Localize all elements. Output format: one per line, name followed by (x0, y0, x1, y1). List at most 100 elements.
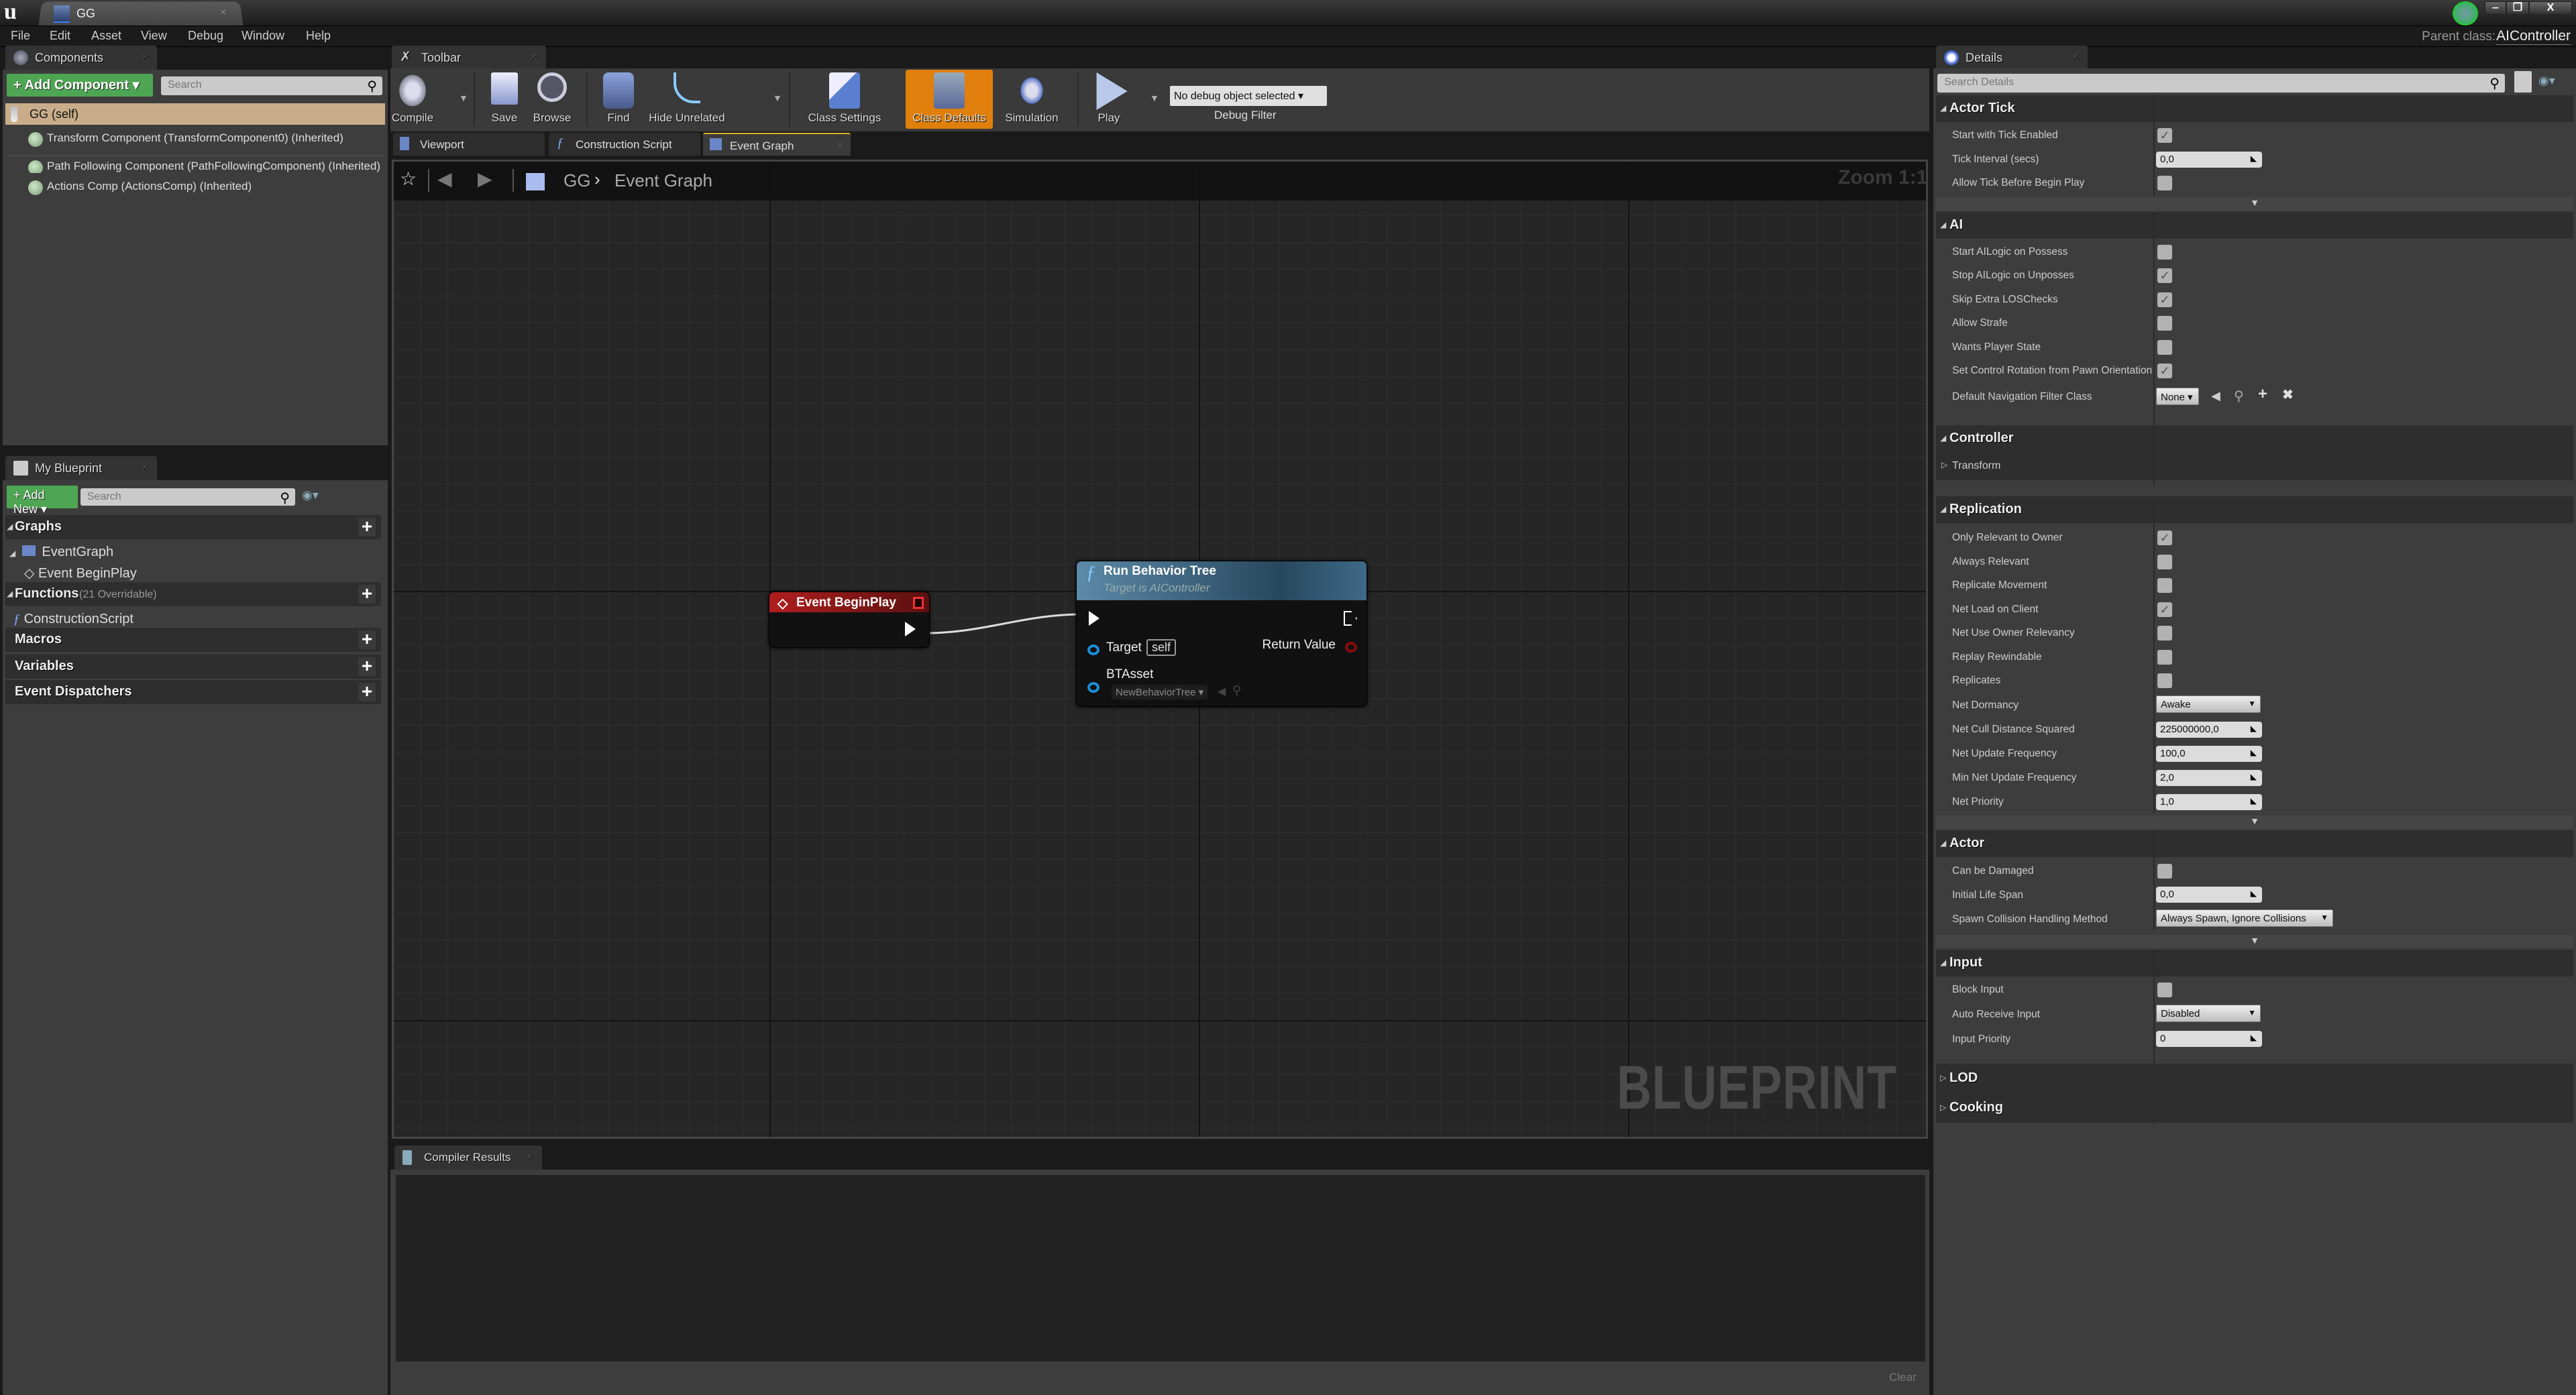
play-button[interactable]: Play (1085, 70, 1132, 129)
functions-category[interactable]: ◢ Functions (21 Overridable) + (5, 582, 381, 606)
tab-viewport[interactable]: Viewport (393, 133, 545, 156)
use-selected-arrow-icon[interactable]: ◀ (1218, 685, 1226, 698)
spin-arrows-icon[interactable]: ◣ (2251, 154, 2257, 163)
btasset-select[interactable]: NewBehaviorTree ▾ (1112, 685, 1208, 700)
variables-category[interactable]: Variables + (5, 655, 381, 679)
advanced-expand-button[interactable]: ▼ (1936, 197, 2573, 211)
my-blueprint-panel-tab[interactable]: My Blueprint × (5, 456, 157, 480)
add-macro-button[interactable]: + (358, 630, 376, 649)
menu-asset[interactable]: Asset (91, 29, 121, 43)
start-with-tick-checkbox[interactable]: ✓ (2157, 128, 2172, 143)
spin-arrows-icon[interactable]: ◣ (2251, 1033, 2257, 1042)
skip-extra-los-checkbox[interactable]: ✓ (2157, 292, 2172, 307)
start-ai-logic-checkbox[interactable] (2157, 245, 2172, 260)
save-button[interactable]: Save (486, 70, 523, 129)
components-search-input[interactable]: Search ⚲ (161, 76, 382, 95)
always-relevant-checkbox[interactable] (2157, 555, 2172, 569)
spin-arrows-icon[interactable]: ◣ (2251, 796, 2257, 805)
find-button[interactable]: Find (598, 70, 639, 129)
exec-out-pin-icon[interactable] (905, 622, 916, 636)
close-icon[interactable]: × (142, 51, 148, 62)
section-input[interactable]: ◢ Input (1936, 950, 2573, 976)
class-settings-button[interactable]: Class Settings (802, 70, 887, 129)
spin-arrows-icon[interactable]: ◣ (2251, 748, 2257, 757)
column-divider[interactable] (2153, 212, 2155, 427)
column-divider[interactable] (2153, 95, 2155, 196)
document-tab-close-icon[interactable]: × (220, 7, 226, 19)
my-blueprint-search-input[interactable]: Search ⚲ (80, 488, 295, 506)
favorite-star-icon[interactable]: ☆ (400, 168, 417, 190)
transform-group-row[interactable]: ▷ Transform (1936, 452, 2573, 480)
block-input-checkbox[interactable] (2157, 983, 2172, 997)
breadcrumb-root[interactable]: GG (564, 170, 590, 191)
spin-arrows-icon[interactable]: ◣ (2251, 724, 2257, 733)
clear-icon[interactable]: ✖ (2282, 386, 2294, 403)
menu-edit[interactable]: Edit (50, 29, 70, 43)
nav-filter-class-select[interactable]: None ▾ (2156, 388, 2199, 405)
component-item[interactable]: Path Following Component (PathFollowingC… (28, 160, 384, 173)
net-update-frequency-input[interactable]: 100,0 ◣ (2156, 746, 2262, 762)
view-options-eye-icon[interactable]: ◉▾ (2538, 74, 2555, 88)
tree-item-event-beginplay[interactable]: ◇ Event BeginPlay (24, 565, 137, 581)
set-control-rotation-checkbox[interactable]: ✓ (2157, 364, 2172, 378)
add-component-button[interactable]: + Add Component ▾ (7, 74, 153, 97)
clear-button[interactable]: Clear (1889, 1371, 1917, 1384)
add-icon[interactable]: + (2258, 385, 2267, 404)
exec-out-pin-icon[interactable] (1344, 611, 1357, 626)
close-window-button[interactable]: X (2529, 1, 2572, 15)
can-be-damaged-checkbox[interactable] (2157, 864, 2172, 879)
toolbar-panel-tab[interactable]: ✗ Toolbar × (392, 46, 546, 70)
advanced-expand-button[interactable]: ▼ (1936, 816, 2573, 829)
close-icon[interactable]: × (837, 140, 843, 150)
component-item[interactable]: Transform Component (TransformComponent0… (28, 131, 343, 147)
add-variable-button[interactable]: + (358, 657, 376, 676)
advanced-expand-button[interactable]: ▼ (1936, 935, 2573, 948)
delegate-pin-icon[interactable] (913, 597, 924, 609)
event-dispatchers-category[interactable]: Event Dispatchers + (5, 680, 381, 704)
compile-options-dropdown[interactable]: ▼ (459, 93, 468, 103)
debug-object-select[interactable]: No debug object selected ▾ (1170, 86, 1327, 106)
allow-tick-before-begin-play-checkbox[interactable] (2157, 176, 2172, 190)
column-divider[interactable] (2153, 830, 2155, 931)
replicates-checkbox[interactable] (2157, 673, 2172, 688)
browse-button[interactable]: Browse (527, 70, 577, 129)
component-item[interactable]: Actions Comp (ActionsComp) (Inherited) (28, 180, 252, 195)
tree-item-construction-script[interactable]: ƒ ConstructionScript (13, 612, 133, 627)
net-use-owner-relevancy-checkbox[interactable] (2157, 626, 2172, 640)
components-panel-tab[interactable]: Components × (5, 46, 157, 70)
tree-item-eventgraph[interactable]: ◢ EventGraph (9, 545, 113, 560)
auto-receive-input-select[interactable]: Disabled ▼ (2156, 1005, 2261, 1022)
column-divider[interactable] (2153, 425, 2155, 487)
node-run-behavior-tree[interactable]: ƒ Run Behavior Tree Target is AIControll… (1076, 561, 1367, 707)
minimize-button[interactable]: ‒ (2485, 1, 2506, 15)
simulation-button[interactable]: Simulation (994, 70, 1069, 129)
close-icon[interactable]: × (142, 461, 148, 472)
browse-asset-icon[interactable]: ⚲ (1232, 683, 1241, 698)
net-priority-input[interactable]: 1,0 ◣ (2156, 794, 2262, 810)
add-new-button[interactable]: + Add New ▾ (7, 486, 78, 516)
play-options-dropdown[interactable]: ▼ (1150, 93, 1159, 103)
component-root-row[interactable]: GG (self) (5, 103, 385, 125)
net-load-on-client-checkbox[interactable]: ✓ (2157, 602, 2172, 617)
compiler-results-tab[interactable]: Compiler Results × (394, 1146, 542, 1170)
menu-debug[interactable]: Debug (188, 29, 223, 43)
tab-event-graph[interactable]: Event Graph × (703, 133, 851, 156)
close-icon[interactable]: × (2073, 51, 2078, 62)
menu-view[interactable]: View (141, 29, 167, 43)
section-cooking[interactable]: ▷ Cooking (1936, 1093, 2573, 1123)
source-control-badge-icon[interactable] (2453, 1, 2478, 25)
input-priority-input[interactable]: 0 ◣ (2156, 1031, 2262, 1047)
compile-button[interactable]: Compile (390, 70, 435, 129)
target-pin-icon[interactable] (1087, 645, 1099, 655)
macros-category[interactable]: Macros + (5, 628, 381, 652)
property-matrix-button[interactable] (2514, 71, 2532, 93)
net-dormancy-select[interactable]: Awake ▼ (2156, 695, 2261, 713)
net-cull-distance-input[interactable]: 225000000,0 ◣ (2156, 722, 2262, 738)
tick-interval-input[interactable]: 0,0 ◣ (2156, 152, 2262, 168)
menu-help[interactable]: Help (306, 29, 331, 43)
exec-in-pin-icon[interactable] (1089, 611, 1099, 626)
node-event-beginplay[interactable]: ◇ Event BeginPlay (769, 592, 930, 648)
section-actor[interactable]: ◢ Actor (1936, 830, 2573, 857)
graphs-category[interactable]: Graphs ◢ + (5, 515, 381, 539)
tab-construction-script[interactable]: ƒ Construction Script (549, 133, 700, 156)
